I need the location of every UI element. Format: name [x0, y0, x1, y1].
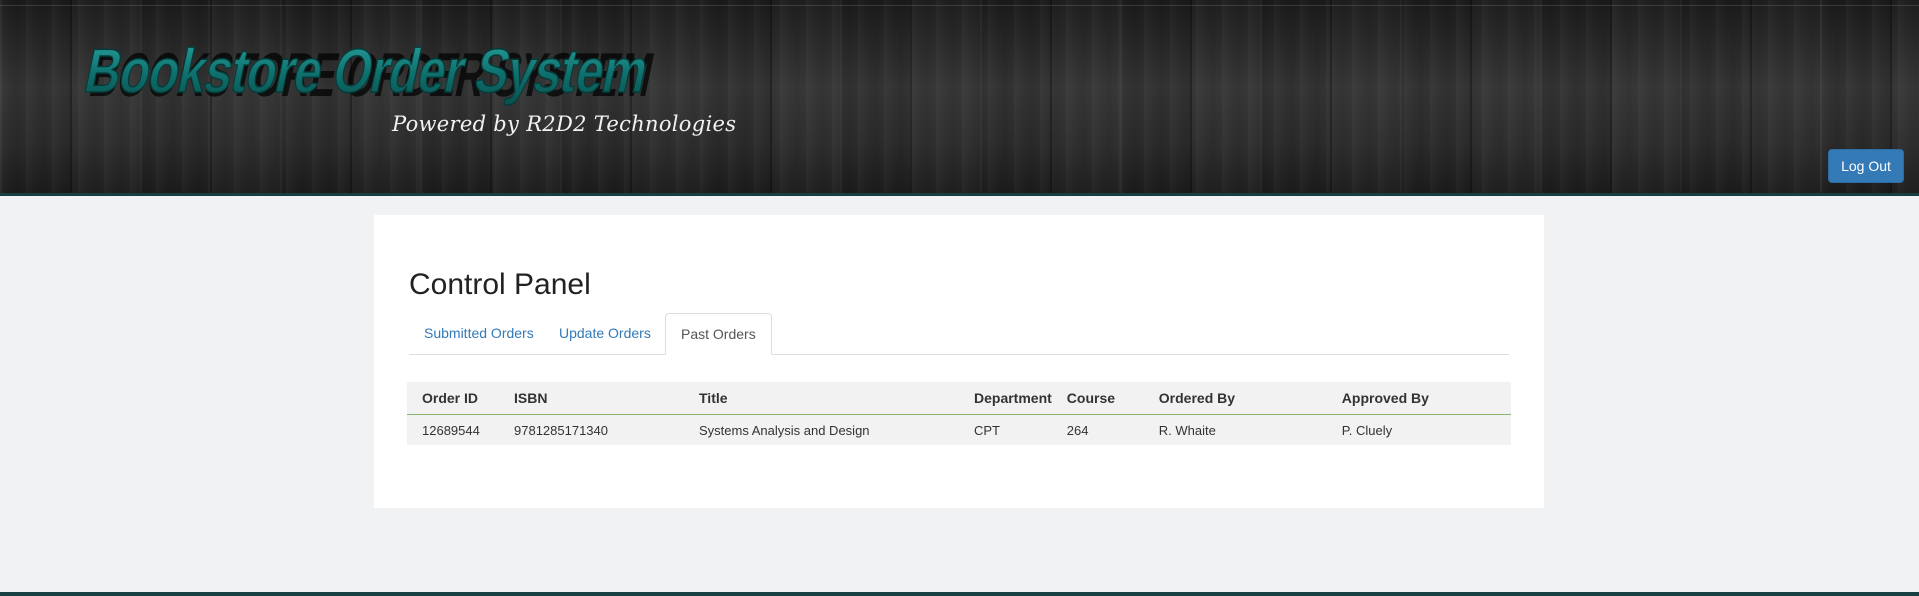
- cell-title: Systems Analysis and Design: [684, 414, 959, 445]
- column-header-order-id[interactable]: Order ID: [407, 382, 499, 415]
- tab-update-orders[interactable]: Update Orders: [544, 313, 666, 355]
- brand-tagline: Powered by R2D2 Technologies: [392, 112, 737, 136]
- column-header-isbn[interactable]: ISBN: [499, 382, 684, 415]
- cell-isbn: 9781285171340: [499, 414, 684, 445]
- column-header-approved-by[interactable]: Approved By: [1326, 382, 1511, 415]
- cell-order-id: 12689544: [407, 414, 499, 445]
- footer-rule: [0, 592, 1919, 596]
- control-panel: Control Panel Submitted Orders Update Or…: [374, 215, 1544, 508]
- column-header-department[interactable]: Department: [959, 382, 1052, 415]
- table-header-row: Order ID ISBN Title Department Course Or…: [407, 382, 1511, 415]
- table-row[interactable]: 12689544 9781285171340 Systems Analysis …: [407, 414, 1511, 445]
- column-header-title[interactable]: Title: [684, 382, 959, 415]
- tab-bar: Submitted Orders Update Orders Past Orde…: [409, 313, 1509, 355]
- cell-course: 264: [1051, 414, 1144, 445]
- cell-approved-by: P. Cluely: [1326, 414, 1511, 445]
- tab-submitted-orders[interactable]: Submitted Orders: [409, 313, 549, 355]
- header-top-rule: [0, 5, 1919, 6]
- cell-ordered-by: R. Whaite: [1143, 414, 1327, 445]
- column-header-ordered-by[interactable]: Ordered By: [1143, 382, 1327, 415]
- cell-department: CPT: [959, 414, 1052, 445]
- site-header: BOOKSTORE ORDER SYSTEM Bookstore Order S…: [0, 0, 1919, 196]
- brand-logo: BOOKSTORE ORDER SYSTEM Bookstore Order S…: [82, 36, 659, 110]
- column-header-course[interactable]: Course: [1051, 382, 1144, 415]
- page-title: Control Panel: [409, 268, 591, 301]
- past-orders-table: Order ID ISBN Title Department Course Or…: [407, 382, 1511, 445]
- logo-text: Bookstore Order System: [82, 37, 654, 106]
- tab-past-orders[interactable]: Past Orders: [665, 313, 772, 355]
- logout-button[interactable]: Log Out: [1828, 149, 1904, 183]
